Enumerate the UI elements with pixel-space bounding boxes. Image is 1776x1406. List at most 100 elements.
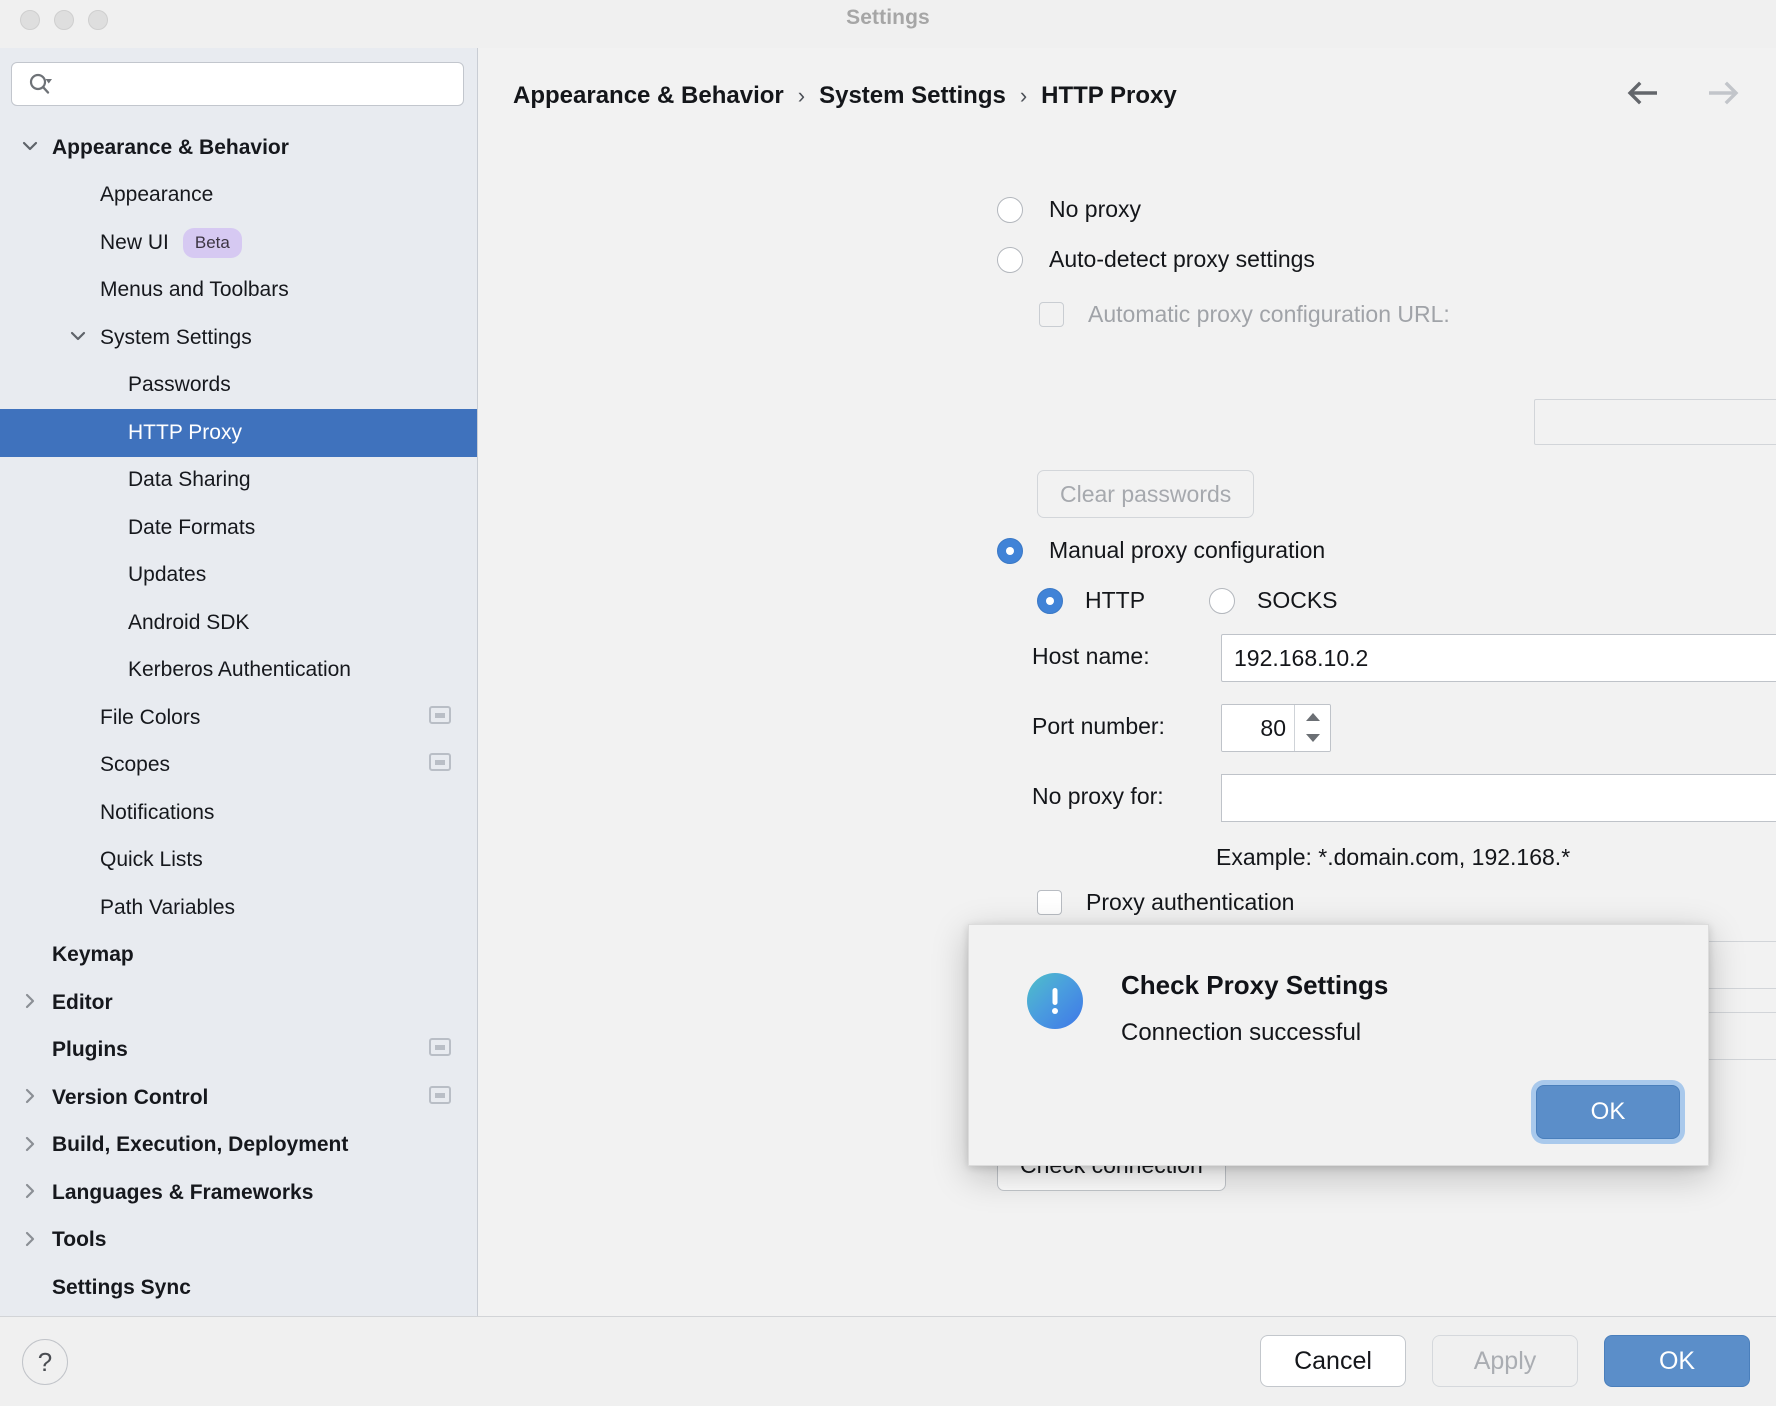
navigation-arrows [1626, 80, 1740, 111]
sidebar-item-quick-lists[interactable]: Quick Lists [0, 837, 477, 885]
sidebar-item-label: Data Sharing [128, 468, 251, 492]
clear-passwords-button: Clear passwords [1037, 470, 1254, 518]
sidebar-item-passwords[interactable]: Passwords [0, 362, 477, 410]
sidebar-item-label: Plugins [52, 1038, 128, 1062]
http-label: HTTP [1085, 587, 1145, 614]
sidebar-item-label: Path Variables [100, 896, 235, 920]
auto-detect-option[interactable]: Auto-detect proxy settings [997, 246, 1315, 273]
sidebar-item-system-settings[interactable]: System Settings [0, 314, 477, 362]
chevron-down-icon[interactable] [66, 326, 90, 349]
chevron-right-icon[interactable] [18, 1229, 42, 1252]
sidebar-search-wrap [0, 48, 477, 106]
dialog-title: Check Proxy Settings [1121, 970, 1388, 1001]
breadcrumb-item-0[interactable]: Appearance & Behavior [513, 82, 784, 110]
sidebar-item-appearance[interactable]: Appearance [0, 172, 477, 220]
protocol-socks-option[interactable]: SOCKS [1209, 587, 1338, 614]
project-scope-icon [429, 753, 451, 777]
dialog-ok-button[interactable]: OK [1536, 1085, 1680, 1139]
proxy-authentication-checkbox[interactable] [1037, 890, 1062, 915]
sidebar-item-keymap[interactable]: Keymap [0, 932, 477, 980]
auto-detect-label: Auto-detect proxy settings [1049, 246, 1315, 273]
cancel-button[interactable]: Cancel [1260, 1335, 1406, 1387]
sidebar-item-notifications[interactable]: Notifications [0, 789, 477, 837]
sidebar-item-label: Tools [52, 1228, 106, 1252]
http-radio[interactable] [1037, 588, 1063, 614]
breadcrumb-separator: › [798, 83, 805, 109]
chevron-right-icon[interactable] [18, 1086, 42, 1109]
sidebar-item-version-control[interactable]: Version Control [0, 1074, 477, 1122]
sidebar-item-label: Kerberos Authentication [128, 658, 351, 682]
port-number-input[interactable] [1222, 705, 1294, 751]
proxy-authentication-option[interactable]: Proxy authentication [1037, 889, 1294, 916]
chevron-right-icon[interactable] [18, 1181, 42, 1204]
breadcrumb-item-2: HTTP Proxy [1041, 82, 1177, 110]
auto-config-url-label: Automatic proxy configuration URL: [1088, 301, 1450, 328]
settings-sidebar: Appearance & Behavior Appearance New UIBet… [0, 48, 478, 1316]
sidebar-item-label: File Colors [100, 706, 200, 730]
search-input[interactable] [60, 73, 463, 95]
spin-down-icon[interactable] [1305, 730, 1321, 748]
sidebar-item-label: System Settings [100, 326, 252, 350]
no-proxy-for-field[interactable] [1221, 774, 1776, 822]
settings-tree: Appearance & Behavior Appearance New UIBet… [0, 124, 477, 1312]
sidebar-item-label: Android SDK [128, 611, 249, 635]
sidebar-item-http-proxy[interactable]: HTTP Proxy [0, 409, 477, 457]
protocol-http-option[interactable]: HTTP [1037, 587, 1145, 614]
sidebar-item-data-sharing[interactable]: Data Sharing [0, 457, 477, 505]
sidebar-item-label: Updates [128, 563, 206, 587]
no-proxy-for-hint: Example: *.domain.com, 192.168.* [1216, 844, 1570, 871]
help-button[interactable]: ? [22, 1339, 68, 1385]
sidebar-item-label: Date Formats [128, 516, 255, 540]
sidebar-item-label: Appearance & Behavior [52, 136, 289, 160]
no-proxy-for-input[interactable] [1222, 775, 1776, 821]
sidebar-item-new-ui[interactable]: New UIBeta [0, 219, 477, 267]
sidebar-item-build-execution-deployment[interactable]: Build, Execution, Deployment [0, 1122, 477, 1170]
sidebar-item-languages-frameworks[interactable]: Languages & Frameworks [0, 1169, 477, 1217]
sidebar-item-scopes[interactable]: Scopes [0, 742, 477, 790]
dialog-footer: ? Cancel Apply OK [0, 1316, 1776, 1406]
no-proxy-option[interactable]: No proxy [997, 196, 1141, 223]
port-spin-buttons[interactable] [1294, 705, 1330, 751]
manual-proxy-option[interactable]: Manual proxy configuration [997, 537, 1325, 564]
sidebar-item-updates[interactable]: Updates [0, 552, 477, 600]
port-number-stepper[interactable] [1221, 704, 1331, 752]
host-name-input[interactable] [1221, 634, 1776, 682]
sidebar-item-path-variables[interactable]: Path Variables [0, 884, 477, 932]
sidebar-item-label: Notifications [100, 801, 214, 825]
sidebar-item-file-colors[interactable]: File Colors [0, 694, 477, 742]
back-arrow-icon[interactable] [1626, 80, 1660, 111]
socks-label: SOCKS [1257, 587, 1338, 614]
chevron-down-icon[interactable] [18, 136, 42, 159]
sidebar-item-label: New UI [100, 231, 169, 255]
sidebar-item-label: Menus and Toolbars [100, 278, 289, 302]
sidebar-item-kerberos-authentication[interactable]: Kerberos Authentication [0, 647, 477, 695]
auto-detect-radio[interactable] [997, 247, 1023, 273]
search-box[interactable] [11, 62, 464, 106]
sidebar-item-label: Settings Sync [52, 1276, 191, 1300]
window-titlebar: Settings [0, 0, 1776, 48]
sidebar-item-date-formats[interactable]: Date Formats [0, 504, 477, 552]
manual-proxy-radio[interactable] [997, 538, 1023, 564]
spin-up-icon[interactable] [1305, 709, 1321, 727]
apply-button: Apply [1432, 1335, 1578, 1387]
ok-button[interactable]: OK [1604, 1335, 1750, 1387]
breadcrumb-item-1[interactable]: System Settings [819, 82, 1006, 110]
auto-config-url-input [1534, 399, 1776, 445]
sidebar-item-label: Editor [52, 991, 113, 1015]
sidebar-item-editor[interactable]: Editor [0, 979, 477, 1027]
sidebar-item-plugins[interactable]: Plugins [0, 1027, 477, 1075]
sidebar-item-settings-sync[interactable]: Settings Sync [0, 1264, 477, 1312]
sidebar-item-android-sdk[interactable]: Android SDK [0, 599, 477, 647]
sidebar-item-tools[interactable]: Tools [0, 1217, 477, 1265]
breadcrumb-separator: › [1020, 83, 1027, 109]
forward-arrow-icon [1706, 80, 1740, 111]
socks-radio[interactable] [1209, 588, 1235, 614]
info-exclamation-icon [1027, 973, 1083, 1029]
chevron-right-icon[interactable] [18, 991, 42, 1014]
sidebar-item-appearance-behavior[interactable]: Appearance & Behavior [0, 124, 477, 172]
sidebar-item-menus-and-toolbars[interactable]: Menus and Toolbars [0, 267, 477, 315]
sidebar-item-label: Appearance [100, 183, 213, 207]
port-number-label: Port number: [1032, 713, 1165, 740]
chevron-right-icon[interactable] [18, 1134, 42, 1157]
no-proxy-radio[interactable] [997, 197, 1023, 223]
